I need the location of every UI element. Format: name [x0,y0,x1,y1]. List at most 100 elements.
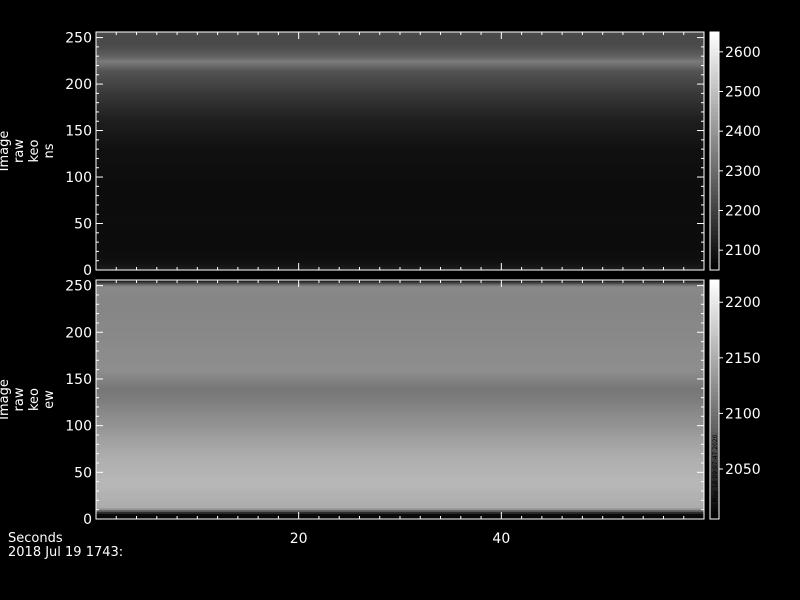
colorbar-segment [710,303,719,309]
y-axis-label-line: Image [0,131,12,172]
colorbar-segment [710,299,719,305]
colorbar-segment [710,339,719,345]
y-tick-label: 50 [74,217,92,233]
colorbar-segment [710,419,719,424]
colorbar-segment [710,39,719,45]
colorbar-segment [710,194,719,200]
colorbar-segment [710,71,719,77]
colorbar-note: Mon May 18 09:07:47 2020 [712,434,719,517]
colorbar-segment [710,123,719,128]
colorbar-tick-label: 2600 [725,45,761,61]
colorbar-segment [710,107,719,112]
colorbar-segment [710,174,719,180]
y-axis-label-line: raw [12,139,27,163]
colorbar-tick-label: 2500 [725,85,761,101]
colorbar-segment [710,63,719,69]
colorbar-segment [710,95,719,101]
colorbar-segment [710,246,719,251]
colorbar-segment [710,202,719,208]
y-axis-label-line: raw [12,387,27,411]
colorbar-segment [710,427,719,432]
y-tick-label: 50 [74,465,92,481]
y-tick-label: 200 [65,325,92,341]
colorbar-segment [710,399,719,405]
y-tick-label: 0 [83,512,92,528]
colorbar-segment [710,182,719,188]
colorbar-segment [710,186,719,192]
colorbar-segment [710,343,719,349]
y-axis-label-line: keo [27,139,42,162]
colorbar-segment [710,250,719,255]
colorbar-segment [710,415,719,421]
y-tick-label: 250 [65,31,92,47]
colorbar-segment [710,43,719,49]
colorbar-segment [710,162,719,168]
y-axis-label-line: Image [0,379,12,420]
colorbar-tick-label: 2200 [725,204,761,220]
colorbar-segment [710,91,719,97]
colorbar-segment [710,423,719,428]
colorbar-segment [710,190,719,196]
colorbar-segment [710,99,719,104]
colorbar-segment [710,411,719,417]
colorbar-segment [710,331,719,337]
colorbar-segment [710,367,719,373]
colorbar-segment [710,230,719,235]
colorbar-segment [710,75,719,81]
colorbar-segment [710,32,719,37]
colorbar-segment [710,166,719,172]
colorbar-top [710,32,719,271]
colorbar-segment [710,359,719,365]
colorbar-segment [710,335,719,341]
y-tick-label: 0 [83,263,92,279]
colorbar-segment [710,131,719,136]
y-axis-label-line: keo [27,388,42,411]
colorbar-segment [710,170,719,176]
colorbar-tick-label: 2200 [725,295,761,311]
keogram-figure: 050100150200250Image raw keo ns210022002300… [0,31,761,547]
y-tick-label: 200 [65,77,92,93]
colorbar-segment [710,214,719,220]
colorbar-segment [710,143,719,148]
colorbar-tick-label: 2050 [725,462,761,478]
colorbar-segment [710,403,719,409]
y-axis-label-line: ns [42,143,57,158]
colorbar-segment [710,315,719,321]
colorbar-segment [710,158,719,164]
y-tick-label: 250 [65,279,92,295]
colorbar-segment [710,355,719,361]
y-tick-label: 100 [65,419,92,435]
colorbar-segment [710,242,719,247]
colorbar-segment [710,59,719,65]
x-tick-label: 40 [492,531,510,547]
date-label: 2018 Jul 19 1743: [8,545,124,560]
y-tick-label: 150 [65,124,92,140]
x-axis-label: Seconds [8,531,63,546]
colorbar-segment [710,283,719,289]
colorbar-tick-label: 2100 [725,243,761,259]
colorbar-segment [710,79,719,85]
colorbar-segment [710,226,719,231]
colorbar-segment [710,387,719,393]
y-tick-label: 100 [65,170,92,186]
colorbar-segment [710,307,719,313]
colorbar-segment [710,379,719,385]
colorbar-segment [710,287,719,293]
y-tick-label: 150 [65,372,92,388]
colorbar-segment [710,254,719,259]
colorbar-segment [710,35,719,41]
colorbar-segment [710,280,719,285]
y-axis-label-line: ew [42,390,57,409]
colorbar-segment [710,206,719,212]
colorbar-segment [710,51,719,57]
colorbar-segment [710,139,719,144]
colorbar-tick-label: 2150 [725,351,761,367]
colorbar-segment [710,391,719,397]
colorbar-segment [710,147,719,152]
colorbar-segment [710,67,719,73]
colorbar-segment [710,295,719,301]
colorbar-segment [710,222,719,227]
x-tick-label: 20 [290,531,308,547]
colorbar-segment [710,351,719,357]
colorbar-segment [710,115,719,120]
